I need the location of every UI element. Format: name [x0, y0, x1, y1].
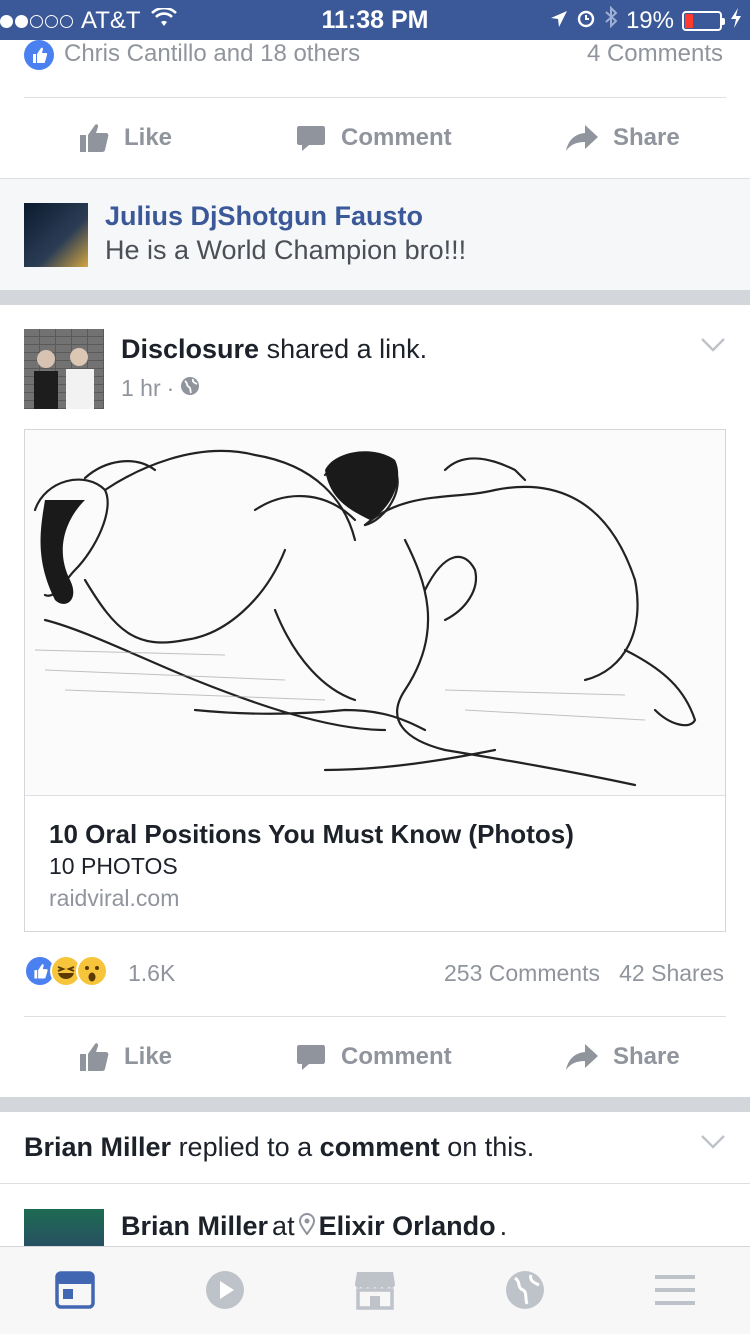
- avatar[interactable]: [24, 203, 88, 267]
- bluetooth-icon: [604, 5, 618, 35]
- link-subtitle: 10 PHOTOS: [49, 853, 178, 879]
- prev-post-reactions: Chris Cantillo and 18 others 4 Comments: [0, 40, 750, 98]
- comment-label: Comment: [341, 1043, 452, 1070]
- like-label: Like: [124, 1043, 173, 1070]
- map-pin-icon: [298, 1211, 315, 1242]
- context-end-text: on this.: [447, 1132, 535, 1162]
- reaction-icons[interactable]: [24, 955, 108, 987]
- like-icon: [80, 1043, 109, 1071]
- charging-icon: [730, 7, 742, 35]
- comments-count[interactable]: 253 Comments: [444, 960, 600, 986]
- post-time[interactable]: 1 hr: [121, 375, 161, 402]
- reactions-summary[interactable]: Chris Cantillo and 18 others: [64, 40, 360, 68]
- news-feed-icon[interactable]: [50, 1265, 100, 1315]
- battery-percent: 19%: [625, 6, 674, 34]
- share-label: Share: [613, 1043, 680, 1070]
- link-preview-image[interactable]: [25, 430, 725, 796]
- avatar[interactable]: [24, 1209, 104, 1247]
- comment-label: Comment: [341, 124, 452, 151]
- comments-shares-summary: 253 Comments 42 Shares: [444, 960, 724, 987]
- alarm-icon: [576, 7, 596, 35]
- post-reactions: 1.6K 253 Comments 42 Shares: [0, 955, 750, 995]
- video-icon[interactable]: [200, 1265, 250, 1315]
- story-context-row[interactable]: Brian Miller replied to a comment on thi…: [0, 1112, 750, 1184]
- comment-author[interactable]: Julius DjShotgun Fausto: [105, 201, 423, 232]
- notifications-globe-icon[interactable]: [500, 1265, 550, 1315]
- next-post-at: at: [272, 1211, 295, 1241]
- next-post-header: Brian Miller at Elixir Orlando.: [0, 1185, 750, 1247]
- link-title[interactable]: 10 Oral Positions You Must Know (Photos): [49, 819, 574, 850]
- link-card[interactable]: 10 Oral Positions You Must Know (Photos)…: [24, 429, 726, 932]
- period: .: [499, 1211, 508, 1241]
- like-reaction-icon: [24, 40, 54, 70]
- context-author[interactable]: Brian Miller: [24, 1132, 171, 1162]
- avatar[interactable]: [24, 329, 104, 409]
- comment-icon: [297, 126, 325, 151]
- comment-icon: [297, 1045, 325, 1070]
- battery-icon: [682, 10, 725, 31]
- meta-separator: ·: [166, 375, 175, 401]
- location-icon: [550, 7, 568, 35]
- feed-separator: [0, 1097, 750, 1112]
- shares-count[interactable]: 42 Shares: [619, 960, 724, 986]
- like-icon: [80, 124, 109, 152]
- prev-post-actions: Like Comment Share: [0, 98, 750, 178]
- tab-bar: [0, 1246, 750, 1334]
- post-options-chevron-icon[interactable]: [700, 337, 726, 358]
- comment-button[interactable]: Comment: [295, 1017, 452, 1097]
- menu-icon[interactable]: [650, 1265, 700, 1315]
- post-header: Disclosure shared a link. 1 hr ·: [0, 305, 750, 425]
- next-post-place[interactable]: Elixir Orlando: [319, 1211, 496, 1242]
- comments-count[interactable]: 4 Comments: [587, 40, 723, 68]
- link-domain: raidviral.com: [49, 885, 180, 911]
- share-icon: [566, 125, 598, 151]
- comment-preview[interactable]: Julius DjShotgun Fausto He is a World Ch…: [0, 178, 750, 290]
- context-middle-text: replied to a: [178, 1132, 313, 1162]
- story-context-text: Brian Miller replied to a comment on thi…: [24, 1132, 534, 1163]
- next-post-author[interactable]: Brian Miller: [121, 1211, 268, 1242]
- post-title: Disclosure shared a link.: [121, 334, 427, 365]
- comment-button[interactable]: Comment: [295, 98, 452, 178]
- post-meta: 1 hr ·: [121, 375, 200, 402]
- comment-text: He is a World Champion bro!!!: [105, 235, 467, 265]
- share-label: Share: [613, 124, 680, 151]
- story-options-chevron-icon[interactable]: [700, 1134, 726, 1155]
- context-comment-link[interactable]: comment: [320, 1132, 440, 1162]
- globe-icon: [180, 375, 200, 402]
- feed-separator: [0, 290, 750, 305]
- reactions-count[interactable]: 1.6K: [128, 960, 175, 987]
- like-button[interactable]: Like: [78, 1017, 172, 1097]
- share-button[interactable]: Share: [565, 1017, 680, 1097]
- status-bar: AT&T 11:38 PM 19%: [0, 0, 750, 40]
- post-action-text: shared a link.: [266, 334, 428, 364]
- post-author[interactable]: Disclosure: [121, 334, 259, 364]
- marketplace-icon[interactable]: [350, 1265, 400, 1315]
- like-button[interactable]: Like: [78, 98, 172, 178]
- like-label: Like: [124, 124, 173, 151]
- share-button[interactable]: Share: [565, 98, 680, 178]
- share-icon: [566, 1044, 598, 1070]
- next-post-title: Brian Miller at Elixir Orlando.: [121, 1211, 507, 1242]
- post-actions: Like Comment Share: [0, 1017, 750, 1097]
- wow-reaction-icon: [76, 955, 108, 987]
